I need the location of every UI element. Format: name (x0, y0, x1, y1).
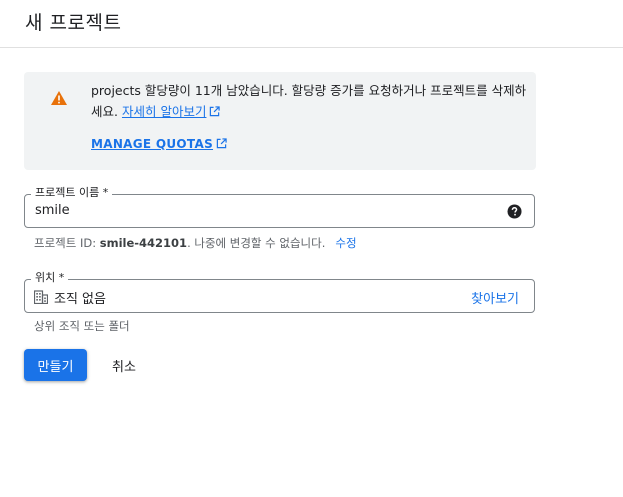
location-field[interactable]: 위치 * 조직 없음 찾아보기 (24, 271, 535, 313)
quota-warning-banner: projects 할당량이 11개 남았습니다. 할당량 증가를 요청하거나 프… (24, 72, 536, 170)
external-link-icon (210, 106, 221, 117)
create-button[interactable]: 만들기 (24, 349, 87, 381)
quota-warning-text: projects 할당량이 11개 남았습니다. 할당량 증가를 요청하거나 프… (91, 80, 531, 122)
project-id-value: smile-442101 (99, 236, 188, 250)
cancel-button[interactable]: 취소 (98, 349, 150, 381)
manage-quotas-label: MANAGE QUOTAS (91, 137, 214, 151)
learn-more-label: 자세히 알아보기 (121, 104, 207, 119)
project-name-label: 프로젝트 이름 * (31, 186, 113, 200)
warning-icon (51, 91, 67, 105)
project-id-hint: 프로젝트 ID: smile-442101. 나중에 변경할 수 없습니다. 수정 (34, 235, 357, 251)
page-title: 새 프로젝트 (25, 12, 122, 34)
location-value: 조직 없음 (54, 292, 106, 307)
browse-location-button[interactable]: 찾아보기 (471, 288, 519, 307)
learn-more-link[interactable]: 자세히 알아보기 (121, 104, 221, 119)
building-icon (34, 290, 48, 304)
location-hint: 상위 조직 또는 폴더 (34, 319, 130, 333)
manage-quotas-link[interactable]: MANAGE QUOTAS (91, 137, 227, 151)
project-name-field[interactable]: 프로젝트 이름 * smile (24, 186, 535, 228)
external-link-icon (216, 138, 227, 149)
project-name-input[interactable]: smile (35, 203, 70, 218)
page-header: 새 프로젝트 (0, 0, 623, 48)
project-id-suffix: . 나중에 변경할 수 없습니다. (187, 236, 326, 250)
location-label: 위치 * (31, 271, 69, 285)
edit-project-id-link[interactable]: 수정 (335, 236, 356, 250)
project-id-prefix: 프로젝트 ID: (34, 236, 100, 250)
help-circle-icon[interactable] (507, 204, 522, 219)
